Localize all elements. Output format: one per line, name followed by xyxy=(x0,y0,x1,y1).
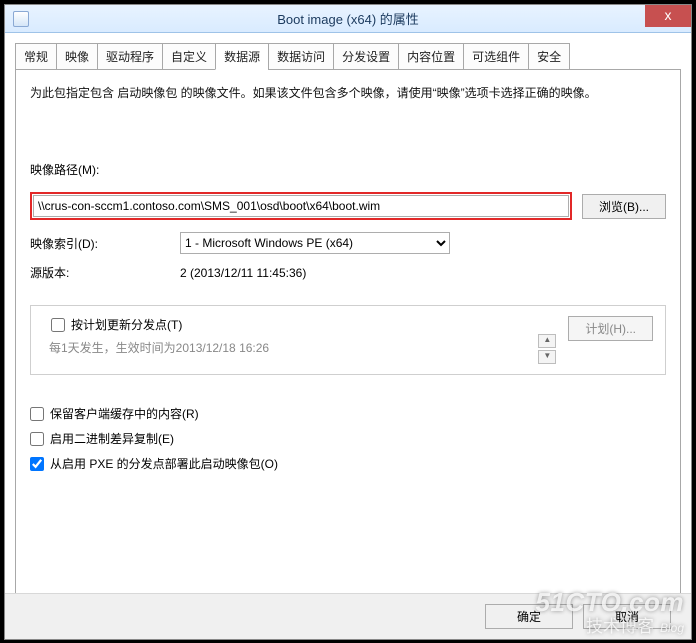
schedule-box: 按计划更新分发点(T) 每1天发生，生效时间为2013/12/18 16:26 … xyxy=(30,305,666,375)
tab-distribution[interactable]: 分发设置 xyxy=(333,43,398,70)
spin-up-icon[interactable]: ▲ xyxy=(538,334,556,348)
keep-cache-label: 保留客户端缓存中的内容(R) xyxy=(50,405,199,422)
tab-panel: 为此包指定包含 启动映像包 的映像文件。如果该文件包含多个映像，请使用“映像”选… xyxy=(15,69,681,609)
tab-security[interactable]: 安全 xyxy=(528,43,570,70)
titlebar: Boot image (x64) 的属性 x xyxy=(5,5,691,33)
schedule-text: 每1天发生，生效时间为2013/12/18 16:26 xyxy=(43,339,526,356)
tab-drivers[interactable]: 驱动程序 xyxy=(97,43,162,70)
schedule-spinners: ▲ ▼ xyxy=(538,334,556,364)
image-path-highlight xyxy=(30,192,572,220)
tab-strip: 常规 映像 驱动程序 自定义 数据源 数据访问 分发设置 内容位置 可选组件 安… xyxy=(15,43,681,70)
pxe-deploy-row: 从启用 PXE 的分发点部署此启动映像包(O) xyxy=(30,455,666,472)
dialog-button-bar: 确定 取消 xyxy=(5,593,691,639)
keep-cache-row: 保留客户端缓存中的内容(R) xyxy=(30,405,666,422)
pxe-deploy-label: 从启用 PXE 的分发点部署此启动映像包(O) xyxy=(50,455,278,472)
tab-contentloc[interactable]: 内容位置 xyxy=(398,43,463,70)
description-text: 为此包指定包含 启动映像包 的映像文件。如果该文件包含多个映像，请使用“映像”选… xyxy=(30,84,666,101)
schedule-checkbox-row: 按计划更新分发点(T) xyxy=(43,316,526,333)
binary-diff-row: 启用二进制差异复制(E) xyxy=(30,430,666,447)
browse-button[interactable]: 浏览(B)... xyxy=(582,194,666,219)
cancel-button[interactable]: 取消 xyxy=(583,604,671,629)
tab-optional[interactable]: 可选组件 xyxy=(463,43,528,70)
keep-cache-checkbox[interactable] xyxy=(30,407,44,421)
close-button[interactable]: x xyxy=(645,5,691,27)
pxe-deploy-checkbox[interactable] xyxy=(30,457,44,471)
image-index-label: 映像索引(D): xyxy=(30,235,180,252)
tab-datasource[interactable]: 数据源 xyxy=(215,43,268,70)
window-title: Boot image (x64) 的属性 xyxy=(5,9,691,28)
tab-general[interactable]: 常规 xyxy=(15,43,56,70)
source-version-label: 源版本: xyxy=(30,264,180,281)
binary-diff-label: 启用二进制差异复制(E) xyxy=(50,430,174,447)
schedule-checkbox[interactable] xyxy=(51,318,65,332)
image-path-input[interactable] xyxy=(33,195,569,217)
tab-image[interactable]: 映像 xyxy=(56,43,97,70)
dialog-window: Boot image (x64) 的属性 x 常规 映像 驱动程序 自定义 数据… xyxy=(4,4,692,640)
schedule-checkbox-label: 按计划更新分发点(T) xyxy=(71,316,182,333)
tab-custom[interactable]: 自定义 xyxy=(162,43,215,70)
schedule-button: 计划(H)... xyxy=(568,316,653,341)
ok-button[interactable]: 确定 xyxy=(485,604,573,629)
image-path-label: 映像路径(M): xyxy=(30,161,99,178)
spin-down-icon[interactable]: ▼ xyxy=(538,350,556,364)
binary-diff-checkbox[interactable] xyxy=(30,432,44,446)
source-version-value: 2 (2013/12/11 11:45:36) xyxy=(180,266,306,280)
image-index-select[interactable]: 1 - Microsoft Windows PE (x64) xyxy=(180,232,450,254)
tab-dataaccess[interactable]: 数据访问 xyxy=(268,43,333,70)
